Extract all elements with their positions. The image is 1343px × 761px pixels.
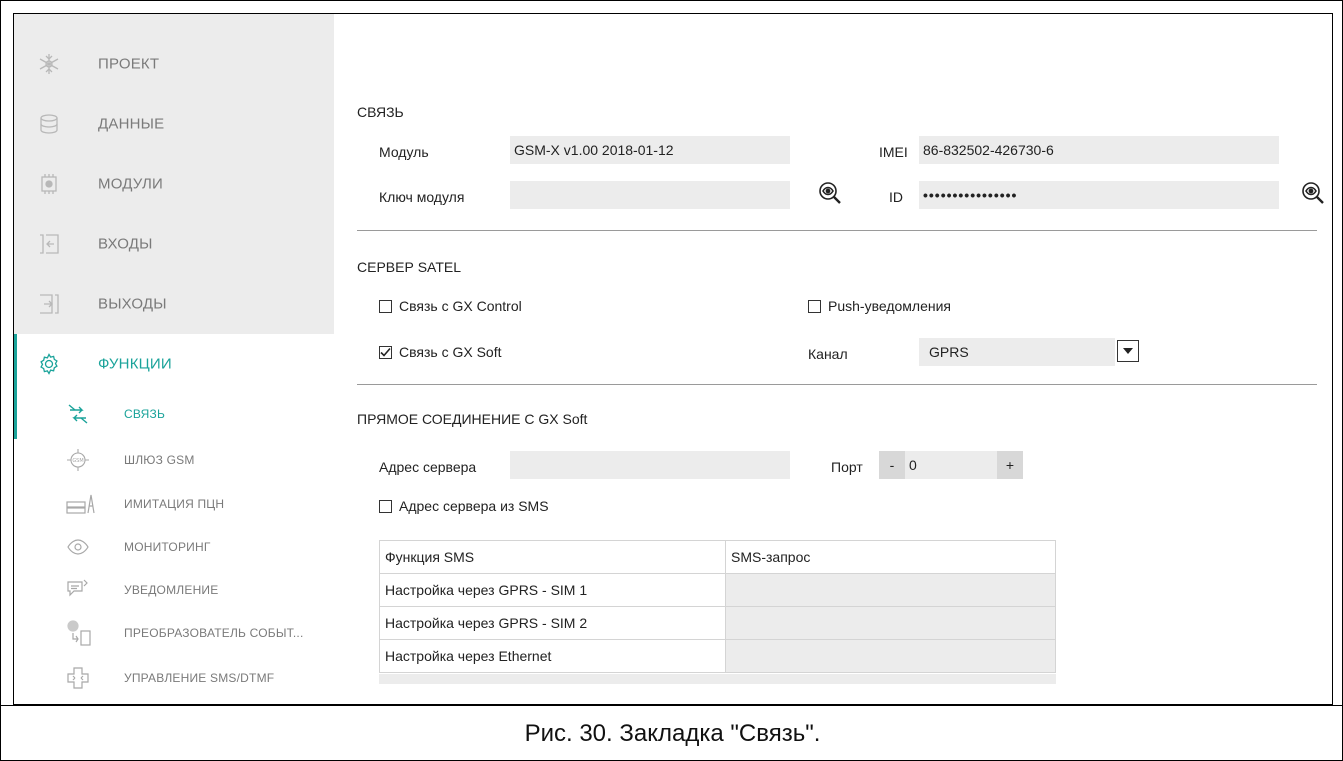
table-row: Настройка через GPRS - SIM 1 bbox=[379, 573, 1056, 607]
event-converter-icon bbox=[66, 619, 94, 647]
sidebar-item-inputs[interactable]: ВХОДЫ bbox=[14, 214, 334, 274]
sidebar-subitem-label: ИМИТАЦИЯ ПЦН bbox=[124, 497, 225, 511]
channel-label: Канал bbox=[808, 346, 848, 362]
section-title-direct-connection: ПРЯМОЕ СОЕДИНЕНИЕ С GX Soft bbox=[357, 411, 588, 427]
checkbox-box[interactable] bbox=[379, 345, 392, 359]
gear-icon bbox=[38, 353, 60, 375]
notification-icon bbox=[66, 578, 90, 602]
sidebar-subitem-event-converter[interactable]: ПРЕОБРАЗОВАТЕЛЬ СОБЫТ... bbox=[14, 612, 334, 654]
table-row: Настройка через Ethernet bbox=[379, 639, 1056, 673]
sidebar-item-label: ВХОДЫ bbox=[98, 235, 153, 253]
section-title-connection: СВЯЗЬ bbox=[357, 104, 404, 120]
checkbox-box[interactable] bbox=[379, 499, 392, 513]
eye-icon bbox=[66, 535, 90, 559]
sidebar-subitem-label: ПРЕОБРАЗОВАТЕЛЬ СОБЫТ... bbox=[124, 626, 304, 640]
gsm-gateway-icon: GSM bbox=[66, 448, 90, 472]
sidebar-subitem-label: ШЛЮЗ GSM bbox=[124, 453, 195, 467]
imei-label: IMEI bbox=[879, 144, 908, 160]
connection-icon bbox=[66, 402, 90, 426]
gx-soft-checkbox[interactable]: Связь с GX Soft bbox=[379, 344, 501, 360]
svg-text:GSM: GSM bbox=[72, 458, 83, 464]
sidebar-subitem-label: УПРАВЛЕНИЕ SMS/DTMF bbox=[124, 671, 275, 685]
sidebar-subitem-notification[interactable]: УВЕДОМЛЕНИЕ bbox=[14, 569, 334, 611]
port-increment-button[interactable]: + bbox=[997, 451, 1023, 479]
port-label: Порт bbox=[831, 459, 863, 475]
sidebar-subitem-monitoring[interactable]: МОНИТОРИНГ bbox=[14, 526, 334, 568]
module-label: Модуль bbox=[379, 144, 429, 160]
input-icon bbox=[38, 233, 60, 255]
sidebar-item-project[interactable]: ПРОЕКТ bbox=[14, 34, 334, 94]
main-nav: ПРОЕКТ ДАННЫЕ МОДУЛИ ВХОДЫ ВЫХОДЫ bbox=[14, 14, 334, 334]
sms-function-cell: Настройка через Ethernet bbox=[379, 639, 726, 673]
station-emulation-icon bbox=[66, 492, 96, 516]
checkmark-icon bbox=[380, 347, 391, 357]
push-notifications-checkbox[interactable]: Push-уведомления bbox=[808, 298, 951, 314]
gx-control-label: Связь с GX Control bbox=[399, 298, 522, 314]
main-panel: СВЯЗЬ Модуль GSM-X v1.00 2018-01-12 IMEI… bbox=[334, 14, 1332, 704]
id-label: ID bbox=[889, 189, 903, 205]
module-field: GSM-X v1.00 2018-01-12 bbox=[510, 136, 790, 164]
checkbox-box[interactable] bbox=[808, 299, 821, 313]
server-address-label: Адрес сервера bbox=[379, 459, 477, 475]
sms-server-address-label: Адрес сервера из SMS bbox=[399, 498, 549, 514]
sms-control-icon bbox=[66, 666, 90, 690]
show-key-icon[interactable] bbox=[818, 181, 842, 205]
sidebar-subitem-connection[interactable]: СВЯЗЬ bbox=[14, 393, 334, 435]
sidebar-subitem-sms-control[interactable]: УПРАВЛЕНИЕ SMS/DTMF bbox=[14, 657, 334, 699]
app-window: ПРОЕКТ ДАННЫЕ МОДУЛИ ВХОДЫ ВЫХОДЫ ФУНКЦИ… bbox=[13, 13, 1333, 705]
database-icon bbox=[38, 113, 60, 135]
server-address-field[interactable] bbox=[510, 451, 790, 479]
sidebar-item-outputs[interactable]: ВЫХОДЫ bbox=[14, 274, 334, 334]
sidebar-item-functions[interactable]: ФУНКЦИИ bbox=[14, 334, 334, 394]
sidebar-subitem-gsm-gateway[interactable]: GSM ШЛЮЗ GSM bbox=[14, 439, 334, 481]
sidebar-subitem-label: МОНИТОРИНГ bbox=[124, 540, 211, 554]
sms-request-cell[interactable] bbox=[725, 606, 1056, 640]
sidebar-item-label: МОДУЛИ bbox=[98, 175, 164, 193]
port-decrement-button[interactable]: - bbox=[879, 451, 905, 479]
sidebar-subitem-station-emulation[interactable]: ИМИТАЦИЯ ПЦН bbox=[14, 483, 334, 525]
id-field[interactable]: •••••••••••••••• bbox=[919, 181, 1279, 209]
divider bbox=[357, 384, 1317, 385]
port-field[interactable]: 0 bbox=[905, 451, 997, 479]
sidebar-item-data[interactable]: ДАННЫЕ bbox=[14, 94, 334, 154]
sms-request-cell[interactable] bbox=[725, 573, 1056, 607]
figure-caption: Рис. 30. Закладка "Связь". bbox=[1, 705, 1343, 761]
checkbox-box[interactable] bbox=[379, 299, 392, 313]
sidebar-item-label: ФУНКЦИИ bbox=[98, 355, 172, 373]
module-key-label: Ключ модуля bbox=[379, 189, 465, 205]
sms-function-cell: Настройка через GPRS - SIM 2 bbox=[379, 606, 726, 640]
imei-field: 86-832502-426730-6 bbox=[919, 136, 1279, 164]
sidebar-item-label: ПРОЕКТ bbox=[98, 55, 160, 73]
sidebar-item-modules[interactable]: МОДУЛИ bbox=[14, 154, 334, 214]
output-icon bbox=[38, 293, 60, 315]
sms-function-cell: Настройка через GPRS - SIM 1 bbox=[379, 573, 726, 607]
column-header-function: Функция SMS bbox=[379, 540, 726, 574]
sidebar: ПРОЕКТ ДАННЫЕ МОДУЛИ ВХОДЫ ВЫХОДЫ ФУНКЦИ… bbox=[14, 14, 334, 704]
section-title-satel-server: СЕРВЕР SATEL bbox=[357, 259, 462, 275]
gx-control-checkbox[interactable]: Связь с GX Control bbox=[379, 298, 522, 314]
show-id-icon[interactable] bbox=[1301, 181, 1325, 205]
table-header-row: Функция SMS SMS-запрос bbox=[379, 540, 1056, 574]
push-notifications-label: Push-уведомления bbox=[828, 298, 951, 314]
channel-select[interactable]: GPRS bbox=[919, 338, 1139, 366]
sidebar-item-label: ДАННЫЕ bbox=[98, 115, 165, 133]
gx-soft-label: Связь с GX Soft bbox=[399, 344, 502, 360]
column-header-request: SMS-запрос bbox=[725, 540, 1056, 574]
chevron-down-icon[interactable] bbox=[1117, 340, 1139, 362]
sms-table: Функция SMS SMS-запрос Настройка через G… bbox=[379, 540, 1056, 673]
sidebar-item-label: ВЫХОДЫ bbox=[98, 295, 167, 313]
sidebar-subitem-label: УВЕДОМЛЕНИЕ bbox=[124, 583, 219, 597]
table-row: Настройка через GPRS - SIM 2 bbox=[379, 606, 1056, 640]
sidebar-subitem-label: СВЯЗЬ bbox=[124, 407, 166, 421]
snowflake-icon bbox=[38, 53, 60, 75]
channel-value: GPRS bbox=[929, 344, 969, 360]
table-scroll-area[interactable] bbox=[379, 674, 1056, 684]
sms-request-cell[interactable] bbox=[725, 639, 1056, 673]
figure-frame: ПРОЕКТ ДАННЫЕ МОДУЛИ ВХОДЫ ВЫХОДЫ ФУНКЦИ… bbox=[0, 0, 1343, 761]
chip-icon bbox=[38, 173, 60, 195]
sms-server-address-checkbox[interactable]: Адрес сервера из SMS bbox=[379, 498, 549, 514]
divider bbox=[357, 230, 1317, 231]
module-key-field[interactable] bbox=[510, 181, 790, 209]
